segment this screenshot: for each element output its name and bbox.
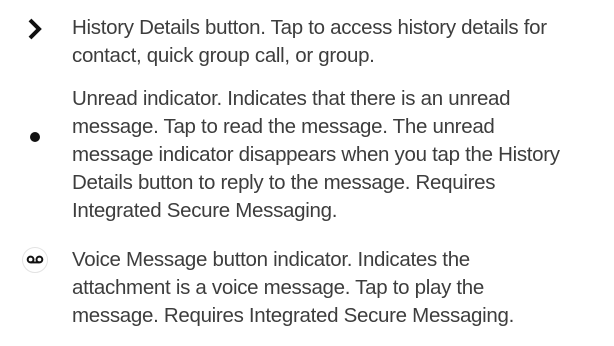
description-line: contact, quick group call, or group. — [72, 44, 375, 67]
chevron-right-icon — [22, 16, 48, 42]
unread-dot-shape — [30, 132, 40, 142]
voicemail-icon — [22, 247, 48, 273]
description-line: History Details button. Tap to access hi… — [72, 16, 547, 39]
unread-dot-icon — [22, 124, 48, 150]
description-line: Details button to reply to the message. … — [72, 171, 496, 194]
description-line: Voice Message button indicator. Indicate… — [72, 248, 470, 271]
description-line: Unread indicator. Indicates that there i… — [72, 87, 511, 110]
description-line: attachment is a voice message. Tap to pl… — [72, 276, 485, 299]
description-line: message indicator disappears when you ta… — [72, 143, 560, 166]
description-line: Integrated Secure Messaging. — [72, 199, 338, 222]
description-line: message. Tap to read the message. The un… — [72, 115, 495, 138]
history-details-description: History Details button. Tap to access hi… — [72, 14, 608, 70]
description-line: message. Requires Integrated Secure Mess… — [72, 304, 515, 327]
unread-indicator-description: Unread indicator. Indicates that there i… — [72, 85, 608, 225]
voicemail-shape — [22, 247, 48, 273]
voice-message-description: Voice Message button indicator. Indicate… — [72, 246, 608, 330]
chevron-right-shape — [28, 18, 42, 40]
